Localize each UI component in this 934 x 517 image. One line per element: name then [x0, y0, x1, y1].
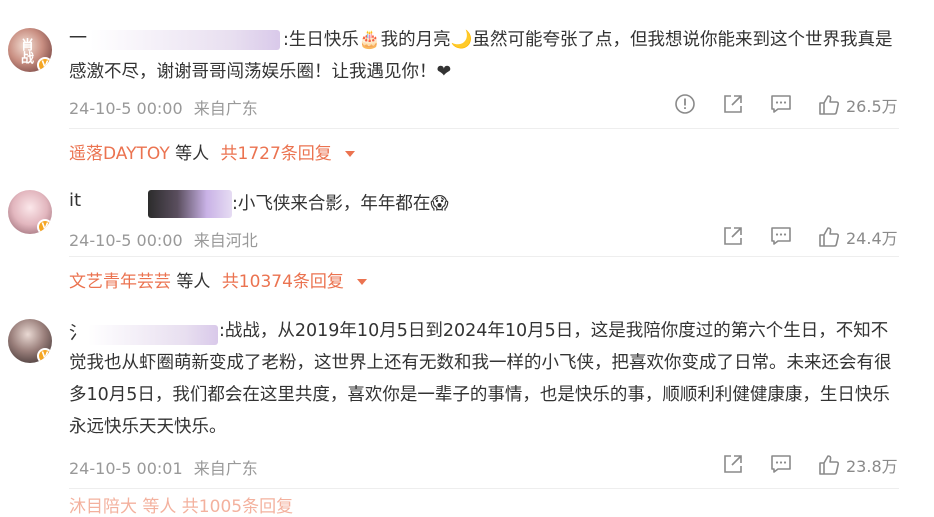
like-count: 26.5万: [846, 97, 898, 116]
comment-time: 24-10-5 00:00 来自广东: [69, 95, 258, 119]
thumbs-up-icon: [819, 95, 840, 115]
reply-count[interactable]: 共1727条回复: [221, 144, 332, 164]
share-button[interactable]: [722, 225, 744, 247]
comment-button[interactable]: [770, 225, 792, 247]
share-icon: [724, 95, 742, 113]
report-button[interactable]: [674, 93, 696, 115]
comment-time: 24-10-5 00:01 来自广东: [69, 455, 258, 479]
like-button[interactable]: 23.8万: [818, 453, 898, 477]
comment-text: :生日快乐🎂我的月亮🌙虽然可能夸张了点，但我想说你能来到这个世界我真是感激不尽，…: [69, 30, 893, 82]
reply-summary[interactable]: 文艺青年芸芸 等人 共10374条回复: [69, 256, 899, 292]
location-text: 来自广东: [193, 99, 258, 118]
comment-time: 24-10-5 00:00 来自河北: [69, 227, 258, 251]
comment-text: :战战，从2019年10月5日到2024年10月5日，这是我陪你度过的第六个生日…: [69, 321, 892, 437]
like-count: 24.4万: [846, 229, 898, 248]
location-text: 来自河北: [193, 231, 258, 250]
comment-item: V 氵 :战战，从2019年10月5日到2024年10月5日，这是我陪你度过的第…: [0, 295, 934, 504]
comment-icon: [771, 455, 791, 473]
verified-badge-icon: V: [37, 57, 52, 72]
caret-down-icon: [345, 151, 356, 157]
reply-divider: [69, 488, 899, 489]
avatar[interactable]: V: [8, 190, 52, 234]
share-button[interactable]: [722, 93, 744, 115]
comment-icon: [771, 95, 791, 113]
reply-user[interactable]: 遥落DAYTOY: [69, 144, 170, 164]
avatar[interactable]: V: [8, 319, 52, 363]
reply-etc: 等人: [175, 144, 210, 164]
reply-etc: 等人: [176, 272, 211, 292]
nickname-redacted: [148, 190, 232, 218]
verified-badge-icon: V: [37, 348, 52, 363]
like-button[interactable]: 26.5万: [818, 93, 898, 117]
like-button[interactable]: 24.4万: [818, 225, 898, 249]
comment-button[interactable]: [770, 453, 792, 475]
reply-summary-cutoff[interactable]: 沐目陪大 等人 共1005条回复: [69, 492, 293, 517]
share-button[interactable]: [722, 453, 744, 475]
comment-item: V it :小飞侠来合影，年年都在😱 24-10-5 00:00 来自河北 24…: [0, 170, 934, 295]
time-text: 24-10-5 00:00: [69, 231, 183, 250]
comment-button[interactable]: [770, 93, 792, 115]
nickname[interactable]: it: [69, 190, 81, 211]
reply-count[interactable]: 共10374条回复: [222, 272, 344, 292]
caret-down-icon: [357, 279, 368, 285]
time-text: 24-10-5 00:01: [69, 459, 183, 478]
thumbs-up-icon: [819, 455, 840, 475]
comment-item: 肖战 V 一 :生日快乐🎂我的月亮🌙虽然可能夸张了点，但我想说你能来到这个世界我…: [0, 0, 934, 170]
like-count: 23.8万: [846, 457, 898, 476]
location-text: 来自广东: [193, 459, 258, 478]
reply-summary[interactable]: 遥落DAYTOY 等人 共1727条回复: [69, 128, 899, 164]
comment-text: :小飞侠来合影，年年都在😱: [232, 194, 449, 214]
avatar-text: 肖战: [18, 38, 33, 64]
verified-badge-icon: V: [37, 219, 52, 234]
share-icon: [724, 227, 742, 245]
exclamation-circle-icon: [675, 94, 695, 114]
share-icon: [724, 455, 742, 473]
avatar[interactable]: 肖战 V: [8, 28, 52, 72]
comment-icon: [771, 227, 791, 245]
time-text: 24-10-5 00:00: [69, 99, 183, 118]
thumbs-up-icon: [819, 227, 840, 247]
reply-user[interactable]: 文艺青年芸芸: [69, 272, 171, 292]
